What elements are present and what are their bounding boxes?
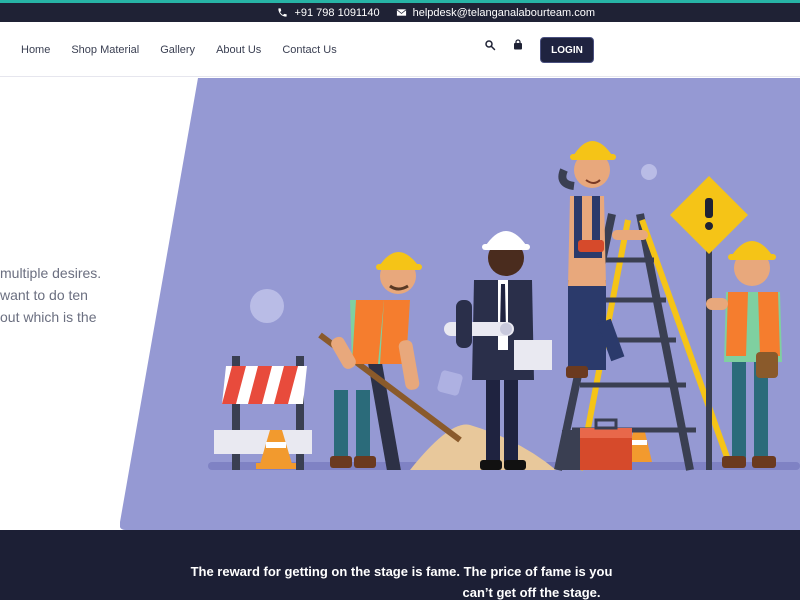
phone-number: +91 798 1091140	[294, 7, 379, 19]
email-address: helpdesk@telanganalabourteam.com	[413, 7, 595, 19]
quote-footer: The reward for getting on the stage is f…	[0, 530, 800, 600]
login-button[interactable]: LOGIN	[540, 37, 594, 63]
nav-link-about-us[interactable]: About Us	[216, 44, 261, 56]
nav-icons	[484, 39, 524, 51]
envelope-icon	[396, 7, 407, 18]
quote-line: The reward for getting on the stage is f…	[0, 561, 800, 582]
nav-menu: Home Shop Material Gallery About Us Cont…	[21, 22, 358, 77]
nav-link-shop-material[interactable]: Shop Material	[71, 44, 139, 56]
top-contact-bar: +91 798 1091140 helpdesk@telanganalabour…	[0, 0, 800, 22]
hero-text: multiple desires. want to do ten out whi…	[0, 262, 110, 328]
phone-contact[interactable]: +91 798 1091140	[277, 7, 379, 19]
hero-text-line: multiple desires.	[0, 262, 110, 284]
nav-link-gallery[interactable]: Gallery	[160, 44, 195, 56]
shopping-bag-icon[interactable]	[512, 39, 524, 51]
phone-icon	[277, 7, 288, 18]
nav-link-contact-us[interactable]: Contact Us	[282, 44, 336, 56]
construction-workers-illustration	[120, 78, 800, 530]
email-contact[interactable]: helpdesk@telanganalabourteam.com	[396, 7, 595, 19]
hero-text-line: out which is the	[0, 306, 110, 328]
hero-text-line: want to do ten	[0, 284, 110, 306]
nav-link-home[interactable]: Home	[21, 44, 50, 56]
search-icon[interactable]	[484, 39, 496, 51]
main-navbar: Home Shop Material Gallery About Us Cont…	[0, 22, 800, 77]
